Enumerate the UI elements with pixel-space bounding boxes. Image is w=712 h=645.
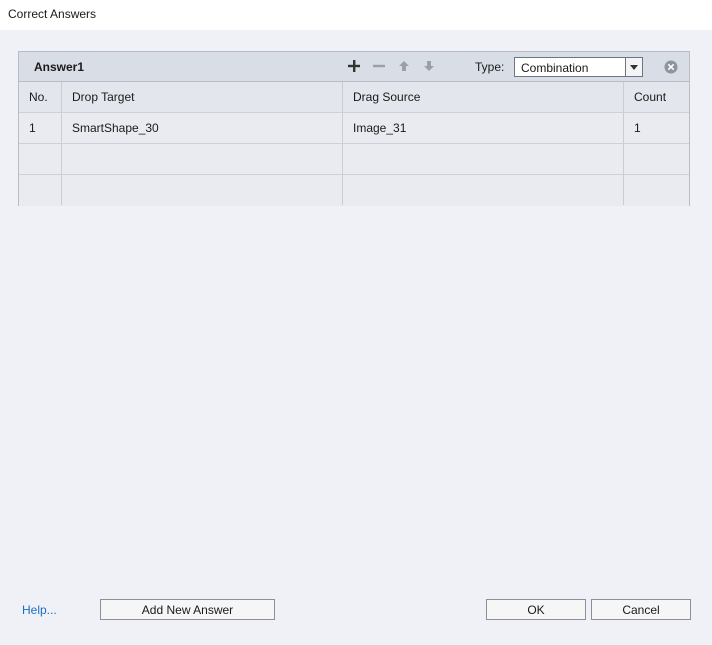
cell-drag-source[interactable] <box>343 175 624 205</box>
cell-drop-target[interactable] <box>62 144 343 174</box>
column-header-drop-target: Drop Target <box>62 82 343 112</box>
table-row[interactable] <box>19 175 689 206</box>
answer-title: Answer1 <box>34 60 85 74</box>
cell-drag-source[interactable]: Image_31 <box>343 113 624 143</box>
cell-drop-target[interactable]: SmartShape_30 <box>62 113 343 143</box>
table-row[interactable]: 1 SmartShape_30 Image_31 1 <box>19 113 689 144</box>
close-circle-icon[interactable] <box>664 60 678 74</box>
cell-drag-source[interactable] <box>343 144 624 174</box>
type-label: Type: <box>475 60 505 74</box>
minus-icon[interactable] <box>372 59 386 73</box>
chevron-down-icon[interactable] <box>625 58 642 76</box>
table-row[interactable] <box>19 144 689 175</box>
ok-button[interactable]: OK <box>486 599 586 620</box>
cell-no[interactable]: 1 <box>19 113 62 143</box>
cell-count[interactable] <box>624 144 689 174</box>
column-header-drag-source: Drag Source <box>343 82 624 112</box>
help-link[interactable]: Help... <box>22 603 57 617</box>
window-title: Correct Answers <box>0 0 712 30</box>
arrow-up-icon[interactable] <box>397 59 411 73</box>
answer-panel: Answer1 Type: Combination No. Drop Targe… <box>18 51 690 206</box>
cell-drop-target[interactable] <box>62 175 343 205</box>
column-header-count: Count <box>634 90 667 104</box>
plus-icon[interactable] <box>347 59 361 73</box>
type-dropdown[interactable]: Combination <box>514 57 643 77</box>
cancel-button[interactable]: Cancel <box>591 599 691 620</box>
cell-no[interactable] <box>19 175 62 205</box>
answer-panel-header: Answer1 Type: Combination <box>19 52 689 82</box>
column-header-no: No. <box>19 82 62 112</box>
table-header-row: No. Drop Target Drag Source Count <box>19 82 689 113</box>
add-new-answer-button[interactable]: Add New Answer <box>100 599 275 620</box>
cell-count[interactable] <box>624 175 689 205</box>
type-dropdown-value: Combination <box>521 61 589 75</box>
correct-answers-dialog: Correct Answers Answer1 Type: Combinatio… <box>0 0 712 645</box>
answer-table: No. Drop Target Drag Source Count 1 Smar… <box>19 82 689 206</box>
cell-count[interactable]: 1 <box>624 113 689 143</box>
cell-no[interactable] <box>19 144 62 174</box>
arrow-down-icon[interactable] <box>422 59 436 73</box>
